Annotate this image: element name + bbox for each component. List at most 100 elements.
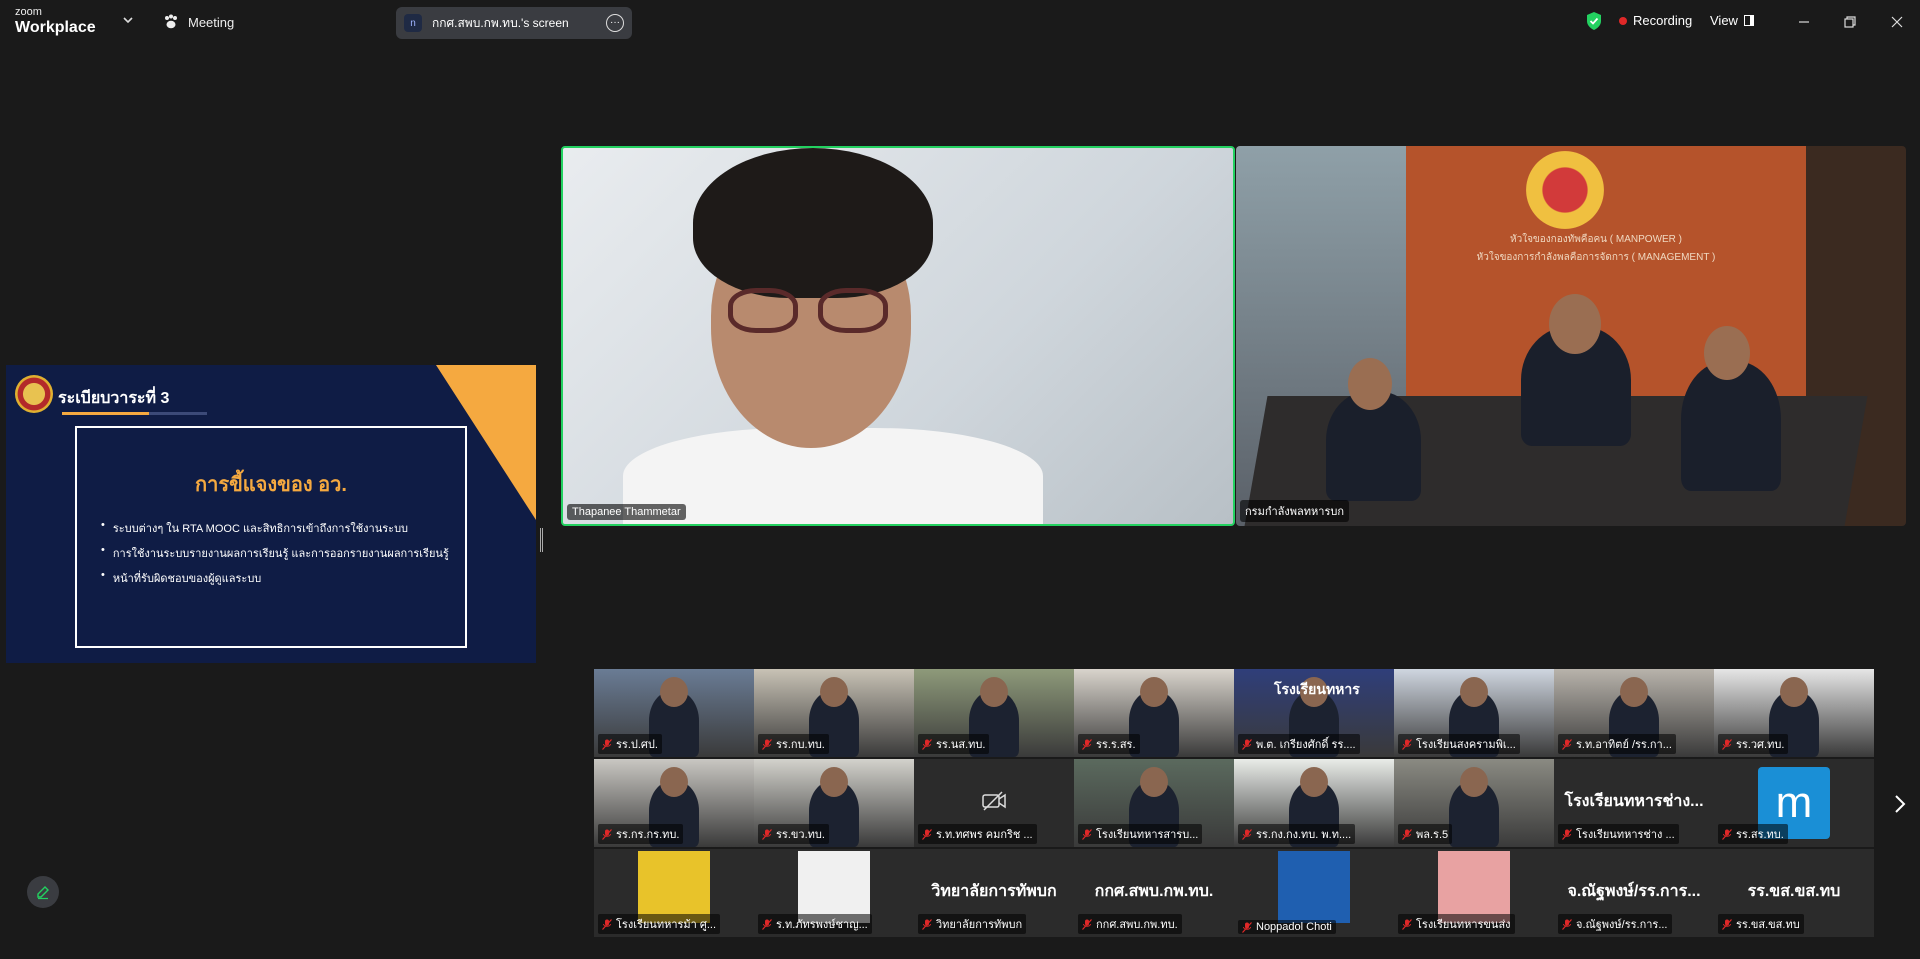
meeting-label: Meeting [188, 14, 235, 30]
gallery-tile[interactable]: วิทยาลัยการทัพบก วิทยาลัยการทัพบก [914, 849, 1074, 937]
gallery-tile[interactable]: รร.นส.ทบ. [914, 669, 1074, 757]
restore-button[interactable] [1838, 10, 1862, 34]
participant-name-label: โรงเรียนทหารขนส่ง [1398, 914, 1515, 934]
view-grid-icon [1743, 15, 1754, 26]
participant-name: โรงเรียนทหารม้า ศู... [616, 919, 717, 931]
participant-name: Noppadol Choti [1256, 921, 1332, 933]
wall-text-line: หัวใจของการกำลังพลคือการจัดการ ( MANAGEM… [1476, 252, 1716, 263]
gallery-tile[interactable]: โรงเรียนทหารขนส่ง [1394, 849, 1554, 937]
glasses-left [728, 288, 798, 333]
gallery-tile[interactable]: m รร.สร.ทบ. [1714, 759, 1874, 847]
army-seal-logo [15, 375, 53, 413]
mic-muted-icon [602, 738, 612, 750]
participant-name-label: รร.ขว.ทบ. [758, 824, 829, 844]
meeting-menu[interactable]: Meeting [162, 12, 234, 32]
gallery-tile[interactable]: โรงเรียนทหารม้า ศู... [594, 849, 754, 937]
participant-name: พ.ต. เกรียงศักดิ์ รร.... [1256, 739, 1356, 751]
mic-muted-icon [922, 738, 932, 750]
participant-video-head [1620, 677, 1648, 707]
gallery-tile[interactable]: จ.ณัฐพงษ์/รร.การ... จ.ณัฐพงษ์/รร.การ... [1554, 849, 1714, 937]
view-button[interactable]: View [1710, 13, 1754, 28]
participant-video-head [1460, 767, 1488, 797]
video-tile-active-speaker[interactable]: Thapanee Thammetar [561, 146, 1235, 526]
participant-name-label: ร.ท.อาทิตย์ /รร.กา... [1558, 734, 1676, 754]
edit-button[interactable] [27, 876, 59, 908]
officer-left-head [1348, 358, 1392, 410]
view-label: View [1710, 13, 1738, 28]
participant-name: รร.ขว.ทบ. [776, 829, 825, 841]
split-resize-handle[interactable] [540, 528, 543, 552]
mic-muted-icon [1082, 828, 1092, 840]
participant-video-head [1780, 677, 1808, 707]
shield-check-icon[interactable] [1585, 11, 1603, 31]
gallery-tile[interactable]: โรงเรียนทหารพ.ต. เกรียงศักดิ์ รร.... [1234, 669, 1394, 757]
edit-icon [37, 886, 49, 900]
gallery-tile[interactable]: ร.ท.อาทิตย์ /รร.กา... [1554, 669, 1714, 757]
mic-muted-icon [1722, 828, 1732, 840]
participant-display-name: กกศ.สพบ.กพ.ทบ. [1094, 883, 1214, 900]
participant-name: รร.วศ.ทบ. [1736, 739, 1785, 751]
gallery-tile[interactable]: โรงเรียนสงครามพิเ... [1394, 669, 1554, 757]
participant-name: พล.ร.5 [1416, 829, 1449, 841]
participant-video-head [820, 677, 848, 707]
mic-muted-icon [1562, 918, 1572, 930]
slide-title-underline [62, 412, 207, 415]
more-icon[interactable]: ··· [606, 14, 624, 32]
participant-gallery: รร.ป.ศป. รร.กบ.ทบ. รร.นส.ทบ. รร.ร.สร. โรงเรี… [594, 669, 1874, 939]
title-bar: zoom Workplace Meeting n กกศ.สพบ.กพ.ทบ.'… [0, 0, 1920, 44]
zoom-workplace-logo[interactable]: zoom Workplace [15, 7, 96, 36]
gallery-tile[interactable]: รร.ขส.ขส.ทบ รร.ขส.ขส.ทบ [1714, 849, 1874, 937]
gallery-tile[interactable]: รร.วศ.ทบ. [1714, 669, 1874, 757]
participant-name: รร.ขส.ขส.ทบ [1736, 919, 1800, 931]
mic-muted-icon [762, 828, 772, 840]
close-button[interactable] [1885, 10, 1909, 34]
participant-name-label: พ.ต. เกรียงศักดิ์ รร.... [1238, 734, 1360, 754]
participant-name: จ.ณัฐพงษ์/รร.การ... [1576, 919, 1668, 931]
participant-avatar [1438, 851, 1510, 923]
gallery-tile[interactable]: รร.ร.สร. [1074, 669, 1234, 757]
participant-name-label: โรงเรียนทหารม้า ศู... [598, 914, 721, 934]
gallery-tile[interactable]: รร.ป.ศป. [594, 669, 754, 757]
brand-small: zoom [15, 6, 42, 18]
sharer-avatar: n [404, 14, 422, 32]
slide-bullet: หน้าที่รับผิดชอบของผู้ดูแลระบบ [101, 569, 449, 587]
shared-screen-slide[interactable]: ระเบียบวาระที่ 3 การขี้แจงของ อว. ระบบต่… [6, 365, 536, 663]
recording-indicator[interactable]: Recording [1619, 13, 1692, 28]
participant-name: วิทยาลัยการทัพบก [936, 919, 1023, 931]
participant-video-head [1140, 677, 1168, 707]
gallery-tile[interactable]: Noppadol Choti [1234, 849, 1394, 937]
gallery-tile[interactable]: โรงเรียนทหารช่าง... โรงเรียนทหารช่าง ... [1554, 759, 1714, 847]
gallery-tile[interactable]: รร.กง.กง.ทบ. พ.ท.... [1234, 759, 1394, 847]
gallery-tile[interactable]: กกศ.สพบ.กพ.ทบ. กกศ.สพบ.กพ.ทบ. [1074, 849, 1234, 937]
slide-bullet: ระบบต่างๆ ใน RTA MOOC และสิทธิการเข้าถึง… [101, 519, 449, 537]
mic-muted-icon [1242, 828, 1252, 840]
mic-muted-icon [922, 918, 932, 930]
screen-share-indicator[interactable]: n กกศ.สพบ.กพ.ทบ.'s screen ··· [396, 7, 632, 39]
video-tile-room[interactable]: หัวใจของกองทัพคือคน ( MANPOWER ) หัวใจขอ… [1236, 146, 1906, 526]
participant-display-name: รร.ขส.ขส.ทบ [1747, 883, 1841, 900]
chevron-down-icon[interactable] [121, 13, 135, 27]
participant-name-label: รร.วศ.ทบ. [1718, 734, 1789, 754]
participant-display-name: วิทยาลัยการทัพบก [931, 883, 1057, 900]
gallery-tile[interactable]: รร.กร.กร.ทบ. [594, 759, 754, 847]
gallery-tile[interactable]: โรงเรียนทหารสารบ... [1074, 759, 1234, 847]
participant-name-label: โรงเรียนทหารช่าง ... [1558, 824, 1679, 844]
gallery-tile[interactable]: พล.ร.5 [1394, 759, 1554, 847]
gallery-tile[interactable]: ร.ท.ทศพร คมกริช ... [914, 759, 1074, 847]
minimize-button[interactable] [1792, 10, 1816, 34]
officer-center-head [1549, 294, 1601, 354]
participant-name-label: รร.ขส.ขส.ทบ [1718, 914, 1804, 934]
next-page-icon[interactable] [1893, 793, 1907, 815]
gallery-tile[interactable]: ร.ท.ภัทรพงษ์ชาญ... [754, 849, 914, 937]
gallery-tile[interactable]: รร.กบ.ทบ. [754, 669, 914, 757]
mic-muted-icon [1562, 738, 1572, 750]
participant-display-name: จ.ณัฐพงษ์/รร.การ... [1567, 883, 1701, 900]
gallery-tile[interactable]: รร.ขว.ทบ. [754, 759, 914, 847]
participant-name-label: กกศ.สพบ.กพ.ทบ. [1078, 914, 1182, 934]
participant-name: โรงเรียนทหารขนส่ง [1416, 919, 1511, 931]
participant-display-name: โรงเรียนทหารช่าง... [1564, 793, 1704, 810]
minimize-icon [1799, 21, 1809, 23]
video-overlay-text: โรงเรียนทหาร [1274, 681, 1360, 697]
brand-big: Workplace [15, 19, 96, 36]
participant-name: รร.กร.กร.ทบ. [616, 829, 680, 841]
